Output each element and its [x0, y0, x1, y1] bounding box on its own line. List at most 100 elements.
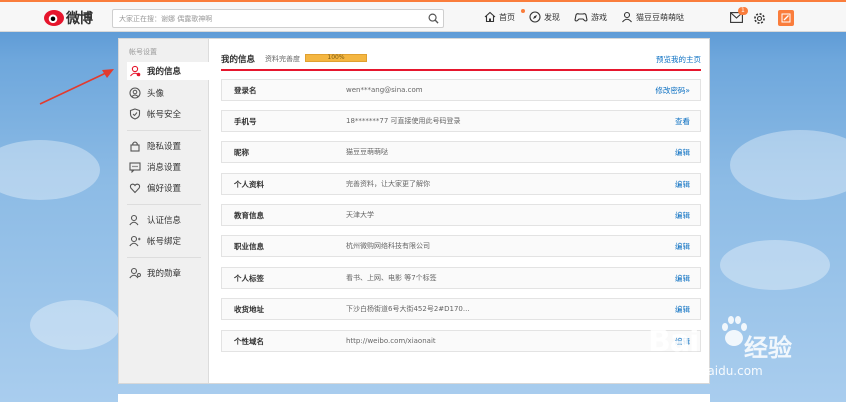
user-info-icon: [130, 65, 141, 77]
view-phone-link[interactable]: 查看: [640, 116, 700, 127]
change-password-link[interactable]: 修改密码»: [640, 85, 700, 96]
edit-link[interactable]: 编辑: [640, 336, 700, 347]
row-label: 收货地址: [234, 304, 264, 314]
lock-icon: [130, 141, 140, 152]
row-value: 18*******77 可直接使用此号码登录: [346, 117, 461, 125]
nav-discover-label: 发现: [544, 12, 560, 22]
nav-game-label: 游戏: [591, 12, 607, 22]
sidebar-title: 帐号设置: [129, 48, 157, 56]
info-row-phone: 手机号 18*******77 可直接使用此号码登录 查看: [221, 110, 701, 132]
nav-user[interactable]: 猫豆豆萌萌哒: [621, 11, 684, 23]
watermark-brand-cn: 经验: [744, 334, 792, 362]
gear-icon[interactable]: [753, 12, 766, 25]
row-value: 天津大学: [346, 211, 374, 219]
avatar-icon: [129, 87, 141, 99]
settings-sidebar: 帐号设置 我的信息 头像 帐号安全 隐私设置 消息设置 偏好设置 认证信息 帐号…: [119, 39, 210, 383]
search-icon[interactable]: [423, 10, 443, 27]
row-value: 杭州微购网络科技有限公司: [346, 242, 430, 250]
row-value: wen***ang@sina.com: [346, 86, 423, 94]
search-box[interactable]: 大家正在搜：谢娜 偶露歌神啊: [112, 9, 444, 28]
message-icon: [129, 162, 141, 173]
background-cloud: [0, 140, 100, 200]
row-label: 职业信息: [234, 241, 264, 251]
discover-icon: [529, 11, 541, 23]
sidebar-item-label: 我的勋章: [147, 269, 182, 279]
sidebar-item-label: 认证信息: [147, 216, 182, 226]
compose-button[interactable]: [778, 10, 794, 26]
info-row-career: 职业信息 杭州微购网络科技有限公司 编辑: [221, 235, 701, 257]
settings-panel: 帐号设置 我的信息 头像 帐号安全 隐私设置 消息设置 偏好设置 认证信息 帐号…: [118, 38, 710, 384]
info-row-domain: 个性域名 http://weibo.com/xiaonait 编辑: [221, 330, 701, 352]
baidu-paw-icon: [722, 316, 747, 346]
info-row-profile: 个人资料 完善资料，让大家更了解你 编辑: [221, 173, 701, 195]
medal-icon: [129, 267, 141, 279]
edit-link[interactable]: 编辑: [640, 304, 700, 315]
edit-link[interactable]: 编辑: [640, 179, 700, 190]
logo-text: 微博: [66, 11, 93, 27]
row-value: 猫豆豆萌萌哒: [346, 148, 388, 156]
row-value: http://weibo.com/xiaonait: [346, 337, 436, 345]
sidebar-item-my-info[interactable]: 我的信息: [127, 62, 210, 80]
background-cloud: [720, 240, 830, 290]
weibo-eye-icon: [44, 10, 64, 26]
nav-game[interactable]: 游戏: [574, 11, 607, 23]
home-icon: [484, 11, 496, 23]
sidebar-item-message[interactable]: 消息设置: [127, 158, 209, 176]
sidebar-item-medal[interactable]: 我的勋章: [127, 264, 209, 282]
sidebar-divider: [127, 257, 201, 258]
sidebar-item-bind[interactable]: 帐号绑定: [127, 232, 209, 250]
edit-link[interactable]: 编辑: [640, 241, 700, 252]
sidebar-item-preference[interactable]: 偏好设置: [127, 179, 209, 197]
sidebar-item-security[interactable]: 帐号安全: [127, 105, 209, 123]
sidebar-divider: [127, 130, 201, 131]
sidebar-item-avatar[interactable]: 头像: [127, 84, 209, 102]
sidebar-item-verify[interactable]: 认证信息: [127, 211, 209, 229]
nav-home-label: 首页: [499, 12, 515, 22]
edit-link[interactable]: 编辑: [640, 210, 700, 221]
weibo-logo[interactable]: 微博: [44, 9, 93, 27]
info-row-tags: 个人标签 看书、上网、电影 等7个标签 编辑: [221, 267, 701, 289]
heart-icon: [129, 183, 141, 194]
nav-user-label: 猫豆豆萌萌哒: [636, 12, 684, 22]
shield-icon: [129, 108, 141, 120]
info-row-login: 登录名 wen***ang@sina.com 修改密码»: [221, 79, 701, 101]
row-value: 下沙白杨街道6号大街452号2#D170...: [346, 305, 470, 313]
sidebar-item-label: 帐号绑定: [147, 237, 182, 247]
background-cloud: [30, 300, 120, 350]
row-label: 登录名: [234, 85, 257, 95]
verify-icon: [129, 214, 139, 226]
top-right-tools: 1: [730, 6, 794, 26]
sidebar-divider: [127, 204, 201, 205]
content-header: 我的信息 资料完善度 100% 预览我的主页: [221, 53, 701, 71]
top-navigation-bar: 微博 大家正在搜：谢娜 偶露歌神啊 首页 发现 游戏 猫豆豆萌萌哒 1: [0, 0, 846, 32]
row-value: 看书、上网、电影 等7个标签: [346, 274, 437, 282]
top-nav: 首页 发现 游戏 猫豆豆萌萌哒: [484, 9, 698, 23]
info-row-education: 教育信息 天津大学 编辑: [221, 204, 701, 226]
sidebar-item-privacy[interactable]: 隐私设置: [127, 137, 209, 155]
nav-discover[interactable]: 发现: [529, 11, 560, 23]
preview-homepage-link[interactable]: 预览我的主页: [656, 54, 701, 65]
row-label: 个人标签: [234, 273, 264, 283]
new-dot: [521, 9, 525, 13]
completion-progress-bar: 100%: [305, 54, 367, 62]
sidebar-item-label: 头像: [147, 89, 165, 99]
edit-icon: [781, 13, 791, 23]
game-icon: [574, 13, 588, 22]
nav-home[interactable]: 首页: [484, 9, 525, 23]
search-input[interactable]: 大家正在搜：谢娜 偶露歌神啊: [119, 14, 423, 24]
row-value: 完善资料，让大家更了解你: [346, 180, 430, 188]
info-row-address: 收货地址 下沙白杨街道6号大街452号2#D170... 编辑: [221, 298, 701, 320]
info-row-nickname: 昵称 猫豆豆萌萌哒 编辑: [221, 141, 701, 163]
row-label: 教育信息: [234, 210, 264, 220]
user-icon: [622, 11, 632, 23]
sidebar-item-label: 我的信息: [147, 67, 182, 77]
background-cloud: [730, 130, 846, 200]
sidebar-item-label: 隐私设置: [147, 142, 182, 152]
bottom-panel: [118, 394, 710, 402]
edit-link[interactable]: 编辑: [640, 147, 700, 158]
sidebar-item-label: 偏好设置: [147, 184, 182, 194]
edit-link[interactable]: 编辑: [640, 273, 700, 284]
mail-button[interactable]: 1: [730, 6, 748, 25]
row-label: 手机号: [234, 116, 257, 126]
bind-icon: [129, 235, 141, 247]
